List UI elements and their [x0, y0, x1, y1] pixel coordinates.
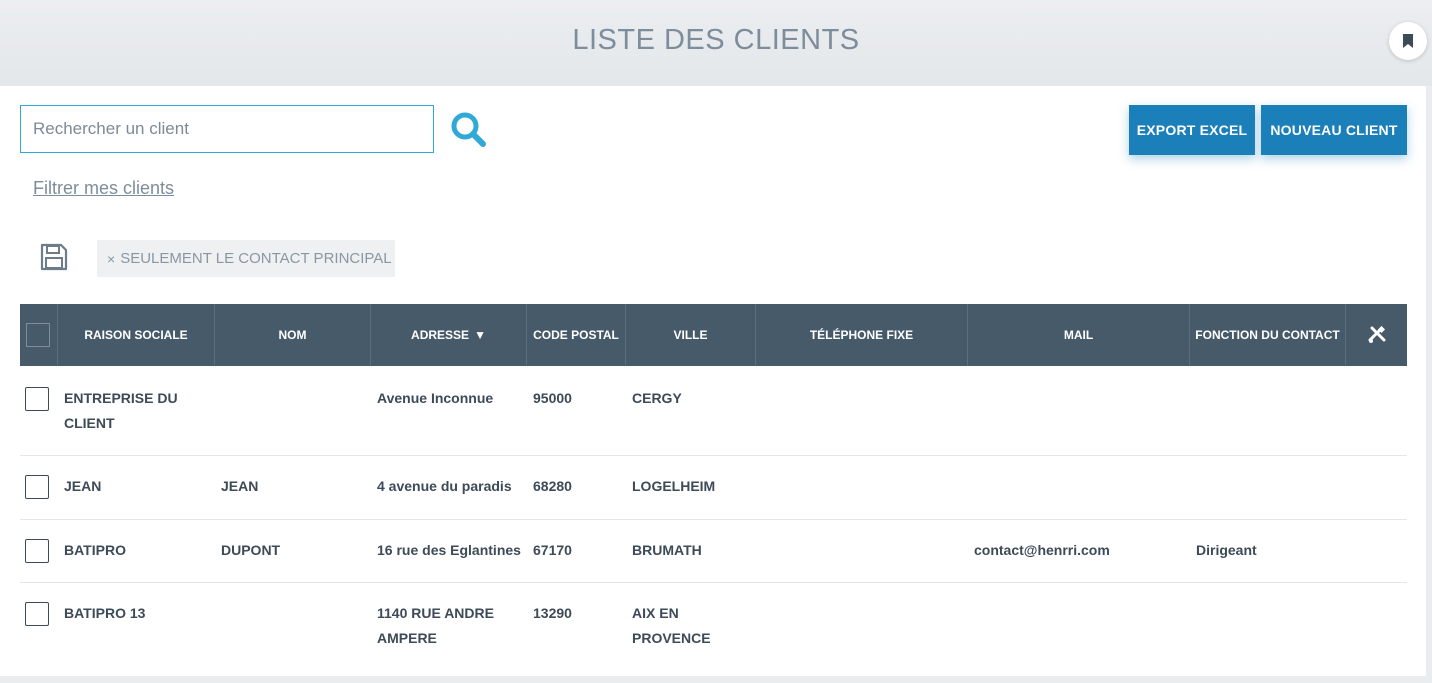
search-icon[interactable] — [449, 110, 489, 150]
main-panel: EXPORT EXCEL NOUVEAU CLIENT Filtrer mes … — [0, 86, 1426, 676]
tools-icon[interactable] — [1368, 326, 1386, 344]
cell-adresse: 16 rue des Eglantines — [377, 542, 521, 558]
row-checkbox[interactable] — [25, 539, 49, 563]
column-adresse-label: ADRESSE — [411, 328, 470, 342]
cell-adresse: 4 avenue du paradis — [377, 478, 512, 494]
cell-raison-sociale: BATIPRO 13 — [64, 605, 146, 621]
cell-nom: JEAN — [221, 478, 259, 494]
filter-clients-link[interactable]: Filtrer mes clients — [33, 178, 174, 199]
row-checkbox[interactable] — [25, 475, 49, 499]
header-select-cell — [20, 304, 58, 366]
row-checkbox[interactable] — [25, 387, 49, 411]
cell-nom: DUPONT — [221, 542, 281, 558]
export-excel-button[interactable]: EXPORT EXCEL — [1129, 105, 1255, 155]
table-row[interactable]: BATIPRO 13 1140 RUE ANDRE AMPERE 13290 A… — [20, 583, 1407, 683]
column-nom[interactable]: NOM — [215, 304, 371, 366]
column-ville[interactable]: VILLE — [626, 304, 756, 366]
column-adresse[interactable]: ADRESSE ▼ — [371, 304, 527, 366]
cell-raison-sociale: BATIPRO — [64, 542, 126, 558]
select-all-checkbox[interactable] — [26, 323, 50, 347]
column-code-postal[interactable]: CODE POSTAL — [527, 304, 626, 366]
filter-chip[interactable]: × SEULEMENT LE CONTACT PRINCIPAL — [97, 240, 395, 277]
column-mail[interactable]: MAIL — [968, 304, 1190, 366]
cell-raison-sociale: ENTREPRISE DU CLIENT — [64, 390, 178, 431]
table-row[interactable]: ENTREPRISE DU CLIENT Avenue Inconnue 950… — [20, 366, 1407, 456]
table-header: RAISON SOCIALE NOM ADRESSE ▼ CODE POSTAL… — [20, 304, 1407, 366]
column-telephone-fixe[interactable]: TÉLÉPHONE FIXE — [756, 304, 968, 366]
bookmark-icon — [1403, 34, 1413, 48]
cell-adresse: Avenue Inconnue — [377, 390, 494, 406]
cell-ville: BRUMATH — [632, 542, 702, 558]
page-title: LISTE DES CLIENTS — [572, 24, 860, 56]
cell-code-postal: 67170 — [533, 542, 572, 558]
bookmark-button[interactable] — [1389, 22, 1427, 60]
cell-adresse: 1140 RUE ANDRE AMPERE — [377, 605, 494, 646]
top-bar: LISTE DES CLIENTS — [0, 0, 1432, 86]
cell-ville: CERGY — [632, 390, 682, 406]
cell-raison-sociale: JEAN — [64, 478, 102, 494]
cell-mail[interactable]: contact@henrri.com — [974, 538, 1184, 563]
column-fonction-contact[interactable]: FONCTION DU CONTACT — [1190, 304, 1346, 366]
row-checkbox[interactable] — [25, 602, 49, 626]
search-input[interactable] — [20, 105, 434, 153]
column-settings-cell — [1346, 304, 1407, 366]
column-raison-sociale[interactable]: RAISON SOCIALE — [58, 304, 215, 366]
sort-desc-icon: ▼ — [474, 328, 486, 342]
cell-ville: LOGELHEIM — [632, 478, 716, 494]
cell-code-postal: 13290 — [533, 605, 572, 621]
table-row[interactable]: BATIPRO DUPONT 16 rue des Eglantines 671… — [20, 520, 1407, 583]
filter-chip-label: SEULEMENT LE CONTACT PRINCIPAL — [120, 250, 392, 267]
save-icon[interactable] — [40, 243, 68, 271]
cell-fonction: Dirigeant — [1196, 542, 1257, 558]
cell-code-postal: 68280 — [533, 478, 572, 494]
new-client-button[interactable]: NOUVEAU CLIENT — [1261, 105, 1407, 155]
close-icon[interactable]: × — [107, 251, 115, 267]
cell-code-postal: 95000 — [533, 390, 572, 406]
table-row[interactable]: JEAN JEAN 4 avenue du paradis 68280 LOGE… — [20, 456, 1407, 520]
cell-ville: AIX EN PROVENCE — [632, 605, 711, 646]
